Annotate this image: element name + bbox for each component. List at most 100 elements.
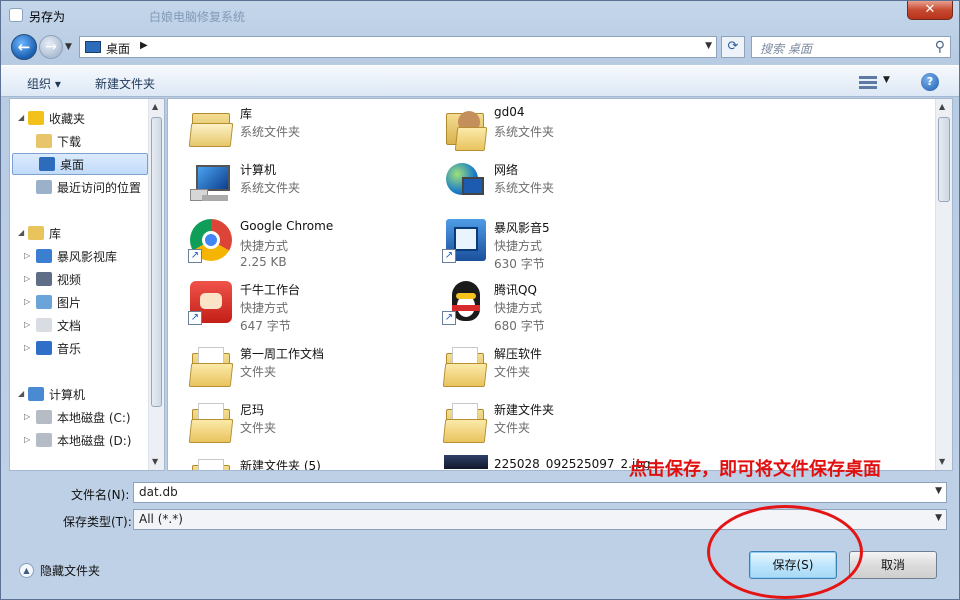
file-name[interactable]: 第一周工作文档: [240, 345, 324, 362]
nav-item-7[interactable]: ▷ 图片: [24, 291, 81, 313]
nav-item-label[interactable]: 图片: [57, 294, 81, 311]
chrome-icon[interactable]: ↗: [188, 217, 234, 263]
nav-item-5[interactable]: ▷ 暴风影视库: [24, 245, 117, 267]
hide-folders-label[interactable]: 隐藏文件夹: [40, 562, 100, 579]
scroll-down-icon[interactable]: ▼: [939, 457, 945, 466]
navigation-scrollbar[interactable]: ▲ ▼: [148, 99, 164, 470]
expand-toggle-icon[interactable]: ◢: [18, 389, 24, 398]
view-options-dropdown-icon[interactable]: ▼: [883, 75, 890, 85]
file-item[interactable]: 计算机 系统文件夹: [188, 159, 438, 213]
filetype-dropdown-icon[interactable]: ▼: [935, 513, 942, 523]
nav-item-10[interactable]: ◢ 计算机: [18, 383, 85, 405]
library-icon[interactable]: [188, 103, 234, 149]
hide-folders-toggle[interactable]: ▲ 隐藏文件夹: [19, 562, 100, 579]
file-item[interactable]: gd04 系统文件夹: [442, 103, 692, 157]
baofeng-icon[interactable]: ↗: [442, 217, 488, 263]
computer-icon[interactable]: [188, 159, 234, 205]
nav-item-label[interactable]: 库: [49, 225, 61, 242]
scroll-up-icon[interactable]: ▲: [152, 102, 158, 111]
nav-item-label[interactable]: 本地磁盘 (C:): [57, 409, 131, 426]
qianniu-icon[interactable]: ↗: [188, 279, 234, 325]
file-name[interactable]: 尼玛: [240, 401, 264, 418]
nav-item-0[interactable]: ◢ 收藏夹: [18, 107, 85, 129]
change-view-icon[interactable]: [859, 74, 877, 90]
file-item[interactable]: ↗ 腾讯QQ 快捷方式 680 字节: [442, 279, 692, 333]
nav-item-label[interactable]: 音乐: [57, 340, 81, 357]
file-item[interactable]: 库系统文件夹: [188, 103, 438, 157]
file-name[interactable]: 暴风影音5: [494, 219, 550, 236]
back-button[interactable]: ←: [11, 34, 37, 60]
expand-toggle-icon[interactable]: ▷: [24, 435, 30, 444]
nav-item-6[interactable]: ▷ 视频: [24, 268, 81, 290]
file-list-scroll-thumb[interactable]: [938, 117, 950, 202]
nav-item-label[interactable]: 桌面: [60, 156, 84, 173]
recent-locations-dropdown[interactable]: ▼: [65, 42, 72, 52]
network-icon[interactable]: [442, 159, 488, 205]
scroll-down-icon[interactable]: ▼: [152, 457, 158, 466]
expand-toggle-icon[interactable]: ▷: [24, 320, 30, 329]
collapse-icon[interactable]: ▲: [19, 563, 34, 578]
nav-item-label[interactable]: 本地磁盘 (D:): [57, 432, 131, 449]
user-folder-icon[interactable]: [442, 103, 488, 151]
expand-toggle-icon[interactable]: ▷: [24, 274, 30, 283]
file-name[interactable]: 新建文件夹: [494, 401, 554, 418]
expand-toggle-icon[interactable]: ▷: [24, 412, 30, 421]
file-name[interactable]: Google Chrome: [240, 219, 333, 233]
expand-toggle-icon[interactable]: ▷: [24, 251, 30, 260]
nav-item-label[interactable]: 暴风影视库: [57, 248, 117, 265]
file-item[interactable]: 解压软件 文件夹: [442, 343, 692, 397]
file-item[interactable]: 网络 系统文件夹: [442, 159, 692, 213]
file-list-scrollbar[interactable]: ▲ ▼: [935, 99, 952, 470]
folder-icon[interactable]: [442, 343, 488, 389]
nav-item-label[interactable]: 视频: [57, 271, 81, 288]
file-item[interactable]: 新建文件夹 文件夹: [442, 399, 692, 453]
folder-icon[interactable]: [188, 343, 234, 389]
file-name[interactable]: 225028_092525097_2.jpg: [494, 457, 651, 470]
close-button[interactable]: ✕: [907, 1, 953, 20]
nav-item-label[interactable]: 计算机: [49, 386, 85, 403]
nav-item-4[interactable]: ◢ 库: [18, 222, 61, 244]
nav-item-1[interactable]: 下载: [36, 130, 81, 152]
file-name[interactable]: 新建文件夹 (5): [240, 457, 321, 470]
scroll-up-icon[interactable]: ▲: [939, 102, 945, 111]
nav-item-label[interactable]: 下载: [57, 133, 81, 150]
file-name[interactable]: 腾讯QQ: [494, 281, 537, 298]
refresh-button[interactable]: ⟳: [721, 36, 745, 58]
nav-item-label[interactable]: 收藏夹: [49, 110, 85, 127]
help-icon[interactable]: ?: [921, 73, 939, 91]
expand-toggle-icon[interactable]: ◢: [18, 113, 24, 122]
filename-dropdown-icon[interactable]: ▼: [935, 486, 942, 496]
file-item[interactable]: ↗ 千牛工作台 快捷方式 647 字节: [188, 279, 438, 333]
image-file-icon[interactable]: [442, 455, 488, 470]
qq-icon[interactable]: ↗: [442, 279, 488, 325]
filename-input[interactable]: dat.db ▼: [133, 482, 947, 503]
organize-button[interactable]: 组织 ▾: [27, 75, 61, 92]
file-item[interactable]: ↗ 暴风影音5 快捷方式 630 字节: [442, 217, 692, 271]
file-name[interactable]: 网络: [494, 161, 518, 178]
file-item[interactable]: 尼玛 文件夹: [188, 399, 438, 453]
file-name[interactable]: 计算机: [240, 161, 276, 178]
file-name[interactable]: 千牛工作台: [240, 281, 300, 298]
search-box[interactable]: 搜索 桌面 ⚲: [751, 36, 951, 58]
nav-item-8[interactable]: ▷ 文档: [24, 314, 81, 336]
address-dropdown-icon[interactable]: ▼: [705, 41, 712, 51]
expand-toggle-icon[interactable]: ▷: [24, 343, 30, 352]
file-item[interactable]: ↗ Google Chrome 快捷方式 2.25 KB: [188, 217, 438, 271]
expand-toggle-icon[interactable]: ▷: [24, 297, 30, 306]
folder-icon[interactable]: [188, 399, 234, 445]
search-icon[interactable]: ⚲: [935, 39, 945, 55]
forward-button[interactable]: →: [39, 35, 63, 59]
address-location[interactable]: 桌面: [106, 40, 130, 57]
folder-icon[interactable]: [442, 399, 488, 445]
nav-item-label[interactable]: 最近访问的位置: [57, 179, 141, 196]
filetype-value[interactable]: All (*.*): [139, 512, 183, 526]
file-item[interactable]: 第一周工作文档 文件夹: [188, 343, 438, 397]
nav-item-9[interactable]: ▷ 音乐: [24, 337, 81, 359]
expand-toggle-icon[interactable]: ◢: [18, 228, 24, 237]
nav-item-11[interactable]: ▷ 本地磁盘 (C:): [24, 406, 131, 428]
address-bar[interactable]: 桌面 ▶ ▼: [79, 36, 717, 58]
navigation-scroll-thumb[interactable]: [151, 117, 162, 407]
nav-item-12[interactable]: ▷ 本地磁盘 (D:): [24, 429, 131, 451]
filename-value[interactable]: dat.db: [139, 485, 178, 499]
folder-icon[interactable]: [188, 455, 234, 470]
